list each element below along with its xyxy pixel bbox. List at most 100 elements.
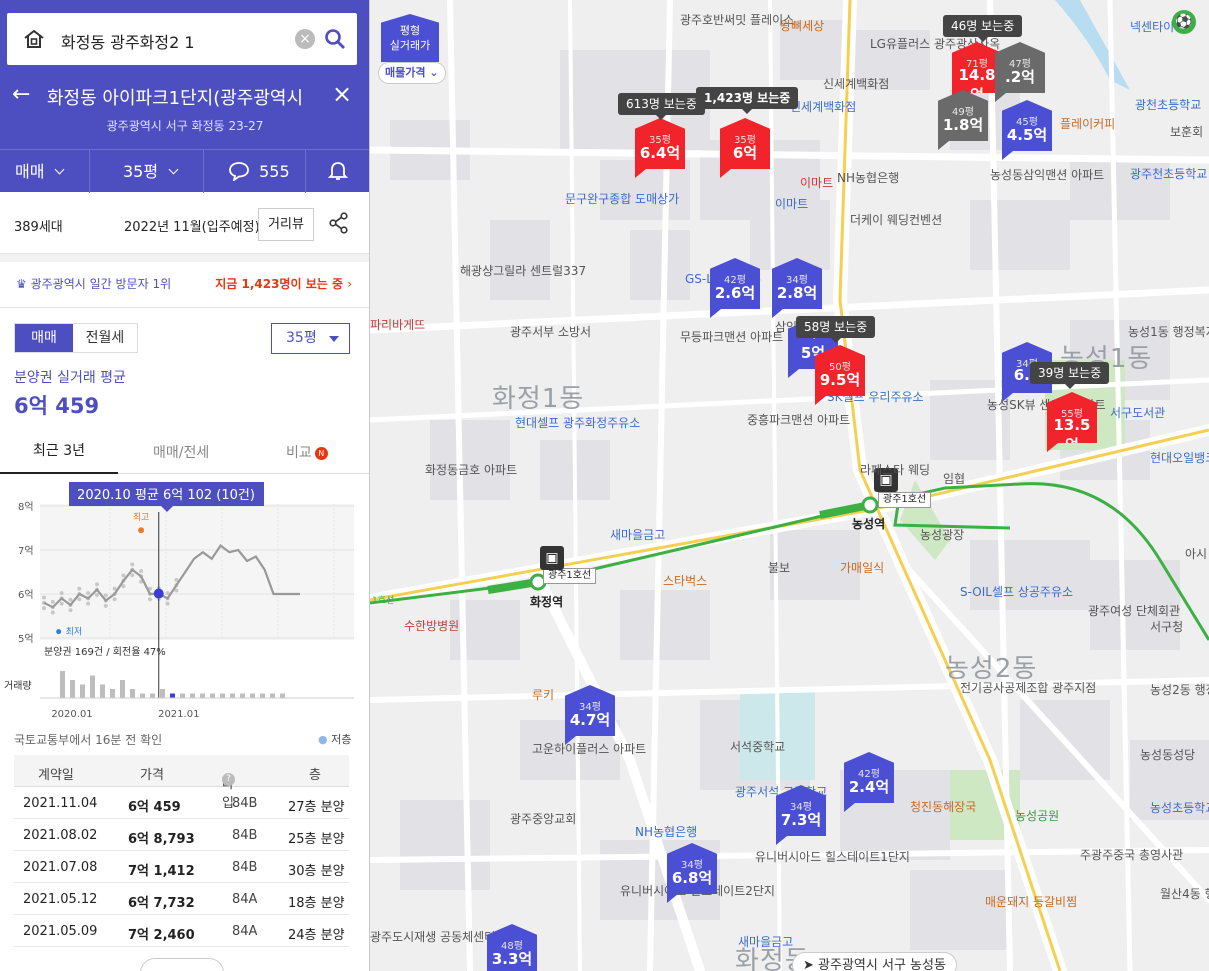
map-poi-label[interactable]: 전기공사공제조합 광주지점 (960, 681, 1096, 695)
map-poi-label[interactable]: 광주서부 소방서 (510, 325, 591, 339)
price-marker[interactable]: 55평13.5억 (1047, 392, 1097, 452)
map-poi-label[interactable]: 고운하이플러스 아파트 (532, 742, 646, 756)
home-icon[interactable] (23, 29, 45, 49)
table-row[interactable]: 2021.07.08 7억 1,412 84B 30층 분양 (14, 851, 349, 883)
alert-button[interactable] (306, 150, 369, 193)
price-marker[interactable]: 34평 7.3억 (776, 785, 826, 845)
back-arrow-icon[interactable]: ← (12, 82, 30, 107)
price-marker[interactable]: 35평 6.4억 (635, 118, 685, 178)
map-poi-label[interactable]: 농성초등학교 (1150, 801, 1209, 815)
map-poi-label[interactable]: 중흥파크맨션 아파트 (747, 413, 850, 427)
price-marker[interactable]: 45평 4.5억 (1002, 100, 1052, 160)
map-poi-label[interactable]: 해광샹그릴라 센트럴337 (460, 264, 586, 278)
map-poi-label[interactable]: 새마을금고 (738, 935, 793, 949)
map-poi-label[interactable]: S-OIL셀프 상공주유소 (960, 585, 1073, 599)
map-poi-label[interactable]: 매운돼지 등갈비찜 (985, 895, 1077, 909)
price-marker[interactable]: 50평 9.5억 (815, 345, 865, 405)
map-poi-label[interactable]: NH농협은행 (837, 171, 899, 185)
price-marker[interactable]: 49평 1.8억 (938, 90, 988, 150)
map-poi-label[interactable]: 서구청 (1150, 620, 1183, 634)
subway-icon[interactable]: ▣ (540, 546, 564, 570)
current-location-bar[interactable]: ➤ 광주광역시 서구 농성동 (792, 952, 957, 971)
size-select[interactable]: 35평 (271, 323, 350, 354)
map-poi-label[interactable]: 주광주중국 총영사관 (1080, 848, 1183, 862)
map-poi-label[interactable]: 아시 스타 (1185, 547, 1209, 561)
map-poi-label[interactable]: 더케이 웨딩컨벤션 (850, 213, 942, 227)
clear-icon[interactable]: × (295, 29, 315, 49)
close-icon[interactable]: × (332, 80, 352, 108)
map-poi-label[interactable]: 파리바게뜨 (370, 318, 425, 332)
tab-recent-3y[interactable]: 최근 3년 (0, 430, 118, 474)
map-poi-label[interactable]: 화정동금호 아파트 (425, 463, 517, 477)
map-poi-label[interactable]: 농성동성당 (1140, 748, 1195, 762)
help-icon[interactable]: ? (222, 773, 235, 786)
price-marker[interactable]: 42평 2.6억 (710, 258, 760, 318)
map-poi-label[interactable]: 농성동삼익맨션 아파트 (990, 168, 1104, 182)
table-row[interactable]: 2021.05.09 7억 2,460 84A 24층 분양 (14, 915, 349, 947)
map-poi-label[interactable]: 불보 (768, 561, 790, 575)
map-poi-label[interactable]: 문구완구종합 도매상가 (565, 192, 679, 206)
map-poi-label[interactable]: 임협 (943, 472, 965, 486)
table-row[interactable]: 2021.08.02 6억 8,793 84B 25층 분양 (14, 819, 349, 851)
search-box[interactable]: 화정동 광주화정2 1 × (7, 13, 357, 65)
visitor-rank-banner[interactable]: ♛ 광주광역시 일간 방문자 1위 지금 1,423명이 보는 중 › (0, 262, 369, 308)
map-poi-label[interactable]: 광주호반써밋 플레이스 (680, 13, 794, 27)
price-marker[interactable]: 35평 6억 (720, 118, 770, 178)
map-poi-label[interactable]: 서석중학교 (730, 740, 785, 754)
map-poi-label[interactable]: 스타벅스 (663, 574, 707, 588)
map-poi-label[interactable]: 수한방병원 (404, 619, 459, 633)
search-icon[interactable] (323, 27, 347, 51)
map-poi-label[interactable]: 새마을금고 (610, 528, 665, 542)
comments-button[interactable]: 555 (204, 150, 306, 193)
map-poi-label[interactable]: 현대셀프 광주화정주유소 (515, 416, 640, 430)
map-poi-label[interactable]: 광주중앙교회 (510, 812, 576, 826)
map-poi-label[interactable]: 신세계백화점 (790, 100, 856, 114)
map-poi-label[interactable]: 이마트 (775, 197, 808, 211)
tab-compare[interactable]: 비교 N (286, 442, 328, 462)
table-row[interactable]: 2021.05.12 6억 7,732 84A 18층 분양 (14, 883, 349, 915)
price-chart[interactable]: 8억 7억 6억 5억 최고 최저 2020.10 평균 6억 102 (10건) 분… (0, 474, 370, 724)
map-poi-label[interactable]: 농성광장 (920, 528, 964, 542)
size-dropdown[interactable]: 35평 (90, 150, 204, 193)
seg-deal[interactable]: 매매 (15, 324, 73, 352)
map-poi-label[interactable]: 월산4동 행정복지센터 (1160, 887, 1209, 901)
price-toggle[interactable]: 매물가격 ⌄ (378, 62, 446, 84)
more-button[interactable] (140, 958, 224, 971)
map-poi-label[interactable]: 농성2동 행정복지센터 (1150, 683, 1209, 697)
map-poi-label[interactable]: 왕뼈세상 (780, 19, 824, 33)
pyeong-price-badge[interactable]: 평형 실거래가 (381, 14, 439, 62)
map-poi-label[interactable]: 광천초등학교 (1135, 98, 1201, 112)
map-poi-label[interactable]: 농성1동 행정복지센터 (1128, 325, 1209, 339)
price-marker[interactable]: 34평 4.7억 (565, 685, 615, 745)
map-poi-label[interactable]: 신세계백화점 (823, 77, 889, 91)
price-marker[interactable]: 42평 2.4억 (844, 752, 894, 812)
price-marker[interactable]: 47평 .2억 (995, 42, 1045, 102)
highlight-point[interactable] (153, 588, 164, 599)
station-dot[interactable] (861, 496, 879, 514)
seg-rent[interactable]: 전월세 (73, 324, 137, 352)
map-poi-label[interactable]: 가매일식 (840, 561, 884, 575)
map-poi-label[interactable]: 광주여성 단체회관 (1088, 604, 1180, 618)
map-poi-label[interactable]: 현대오일뱅크 상록주유소 (1150, 451, 1209, 465)
map-poi-label[interactable]: 루키 (532, 688, 554, 702)
map-poi-label[interactable]: 라페스타 웨딩 (860, 463, 930, 477)
price-marker[interactable]: 34평 2.8억 (772, 258, 822, 318)
deal-type-dropdown[interactable]: 매매 (0, 150, 90, 193)
map-poi-label[interactable]: 서구도서관 (1110, 406, 1165, 420)
map-poi-label[interactable]: 이마트 (800, 176, 833, 190)
map-poi-label[interactable]: 광주도시재생 공동체센터 (370, 930, 495, 944)
map-poi-label[interactable]: 유니버시아드 힐스테이트1단지 (755, 850, 910, 864)
map-poi-label[interactable]: 보훈회 (1170, 125, 1203, 139)
map-poi-label[interactable]: 청진동해장국 (910, 800, 976, 814)
price-marker[interactable]: 34평 6.8억 (667, 843, 717, 903)
map-poi-label[interactable]: 농성공원 (1015, 809, 1059, 823)
map-poi-label[interactable]: 광주천초등학교 (1130, 167, 1207, 181)
street-view-button[interactable]: 거리뷰 (258, 208, 314, 241)
map-poi-label[interactable]: 무등파크맨션 아파트 (680, 330, 783, 344)
search-input[interactable]: 화정동 광주화정2 1 (61, 29, 195, 53)
share-icon[interactable] (328, 212, 350, 234)
map-view[interactable]: 화정1동 농성1동 농성2동 화정동 화정역 농성역 광주1호선 광주1호선 1… (370, 0, 1209, 971)
tab-deal-rent[interactable]: 매매/전세 (153, 442, 209, 462)
map-poi-label[interactable]: NH농협은행 (635, 825, 697, 839)
table-row[interactable]: 2021.11.04 6억 459 84B 27층 분양 (14, 787, 349, 819)
